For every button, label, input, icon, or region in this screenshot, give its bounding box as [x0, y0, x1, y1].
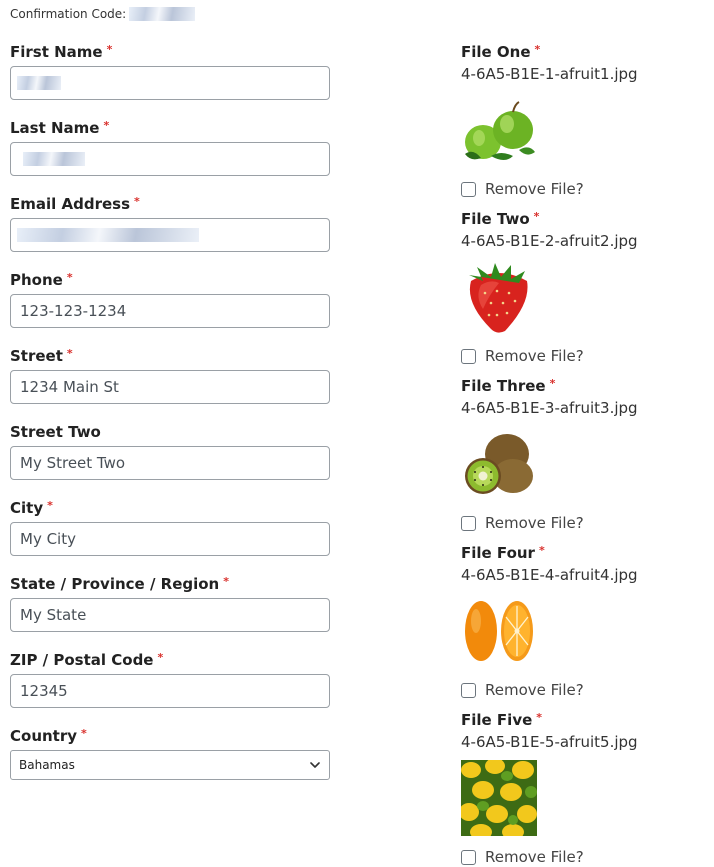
- email-input[interactable]: [10, 218, 330, 252]
- remove-file-label: Remove File?: [485, 514, 584, 532]
- file-two-label: File Two: [461, 210, 530, 228]
- required-marker: *: [47, 499, 53, 512]
- first-name-field: First Name *: [10, 42, 330, 100]
- lemons-limes-image: [459, 758, 537, 840]
- country-label: Country: [10, 727, 78, 745]
- street-two-input[interactable]: My Street Two: [10, 446, 330, 480]
- first-name-input[interactable]: [10, 66, 330, 100]
- file-one-remove: Remove File?: [461, 179, 701, 199]
- remove-file-checkbox[interactable]: [461, 348, 476, 364]
- phone-field: Phone * 123-123-1234: [10, 270, 330, 328]
- first-name-label: First Name: [10, 43, 103, 61]
- file-two-remove: Remove File?: [461, 346, 701, 366]
- required-marker: *: [66, 271, 73, 284]
- required-marker: *: [106, 43, 113, 56]
- street-input[interactable]: 1234 Main St: [10, 370, 330, 404]
- required-marker: *: [533, 210, 540, 223]
- phone-label: Phone: [10, 271, 63, 289]
- email-label: Email Address: [10, 195, 131, 213]
- last-name-field: Last Name *: [10, 118, 330, 176]
- state-label: State / Province / Region: [10, 575, 220, 593]
- file-four: File Four * 4-6A5-B1E-4-afruit4.jpg Remov…: [461, 543, 701, 700]
- orange-image: [465, 601, 533, 661]
- file-two-filename: 4-6A5-B1E-2-afruit2.jpg: [461, 232, 638, 250]
- street-field: Street * 1234 Main St: [10, 346, 330, 404]
- required-marker: *: [81, 727, 87, 740]
- file-five-remove: Remove File?: [461, 847, 701, 867]
- required-marker: *: [534, 43, 541, 56]
- file-five-filename: 4-6A5-B1E-5-afruit5.jpg: [461, 733, 638, 751]
- country-selected-value: Bahamas: [19, 758, 75, 772]
- city-input[interactable]: My City: [10, 522, 330, 556]
- street-label: Street: [10, 347, 63, 365]
- state-field: State / Province / Region * My State: [10, 574, 330, 632]
- strawberry-image: [469, 263, 528, 333]
- required-marker: *: [549, 377, 556, 390]
- required-marker: *: [538, 544, 545, 557]
- file-three-filename: 4-6A5-B1E-3-afruit3.jpg: [461, 399, 638, 417]
- file-three-label: File Three: [461, 377, 546, 395]
- redacted-value: [23, 152, 85, 166]
- chevron-down-icon: [310, 762, 320, 768]
- required-marker: *: [66, 347, 73, 360]
- remove-file-checkbox[interactable]: [461, 849, 476, 865]
- phone-input[interactable]: 123-123-1234: [10, 294, 330, 328]
- state-input[interactable]: My State: [10, 598, 330, 632]
- remove-file-label: Remove File?: [485, 848, 584, 866]
- zip-input[interactable]: 12345: [10, 674, 330, 708]
- remove-file-label: Remove File?: [485, 347, 584, 365]
- file-one-filename: 4-6A5-B1E-1-afruit1.jpg: [461, 65, 638, 83]
- country-select[interactable]: Bahamas: [10, 750, 330, 780]
- required-marker: *: [103, 119, 110, 132]
- green-apples-image: [465, 101, 535, 160]
- street-two-label: Street Two: [10, 423, 101, 441]
- redacted-value: [17, 76, 61, 90]
- file-five-label: File Five: [461, 711, 533, 729]
- confirmation-code-label: Confirmation Code:: [10, 7, 127, 21]
- redacted-confirmation-code: [129, 7, 196, 21]
- file-five: File Five * 4-6A5-B1E-5-afruit5.jpg Remov…: [459, 710, 701, 867]
- last-name-input[interactable]: [10, 142, 330, 176]
- file-two: File Two * 4-6A5-B1E-2-afruit2.jpg Remove…: [461, 209, 701, 366]
- file-one-label: File One: [461, 43, 531, 61]
- zip-field: ZIP / Postal Code * 12345: [10, 650, 330, 708]
- zip-label: ZIP / Postal Code: [10, 651, 154, 669]
- kiwi-image: [465, 434, 533, 494]
- remove-file-checkbox[interactable]: [461, 515, 476, 531]
- file-three: File Three * 4-6A5-B1E-3-afruit3.jpg Remo…: [461, 376, 701, 533]
- required-marker: *: [134, 195, 140, 208]
- required-marker: *: [536, 711, 543, 724]
- last-name-label: Last Name: [10, 119, 100, 137]
- remove-file-checkbox[interactable]: [461, 181, 476, 197]
- email-field: Email Address *: [10, 194, 330, 252]
- file-four-filename: 4-6A5-B1E-4-afruit4.jpg: [461, 566, 638, 584]
- file-four-remove: Remove File?: [461, 680, 701, 700]
- confirmation-code: Confirmation Code:: [10, 4, 196, 24]
- city-field: City * My City: [10, 498, 330, 556]
- file-four-label: File Four: [461, 544, 535, 562]
- street-two-field: Street Two My Street Two: [10, 422, 330, 480]
- file-one: File One * 4-6A5-B1E-1-afruit1.jpg Remove…: [461, 42, 701, 199]
- city-label: City: [10, 499, 44, 517]
- redacted-value: [17, 228, 199, 242]
- remove-file-label: Remove File?: [485, 681, 584, 699]
- file-three-remove: Remove File?: [461, 513, 701, 533]
- remove-file-checkbox[interactable]: [461, 682, 476, 698]
- remove-file-label: Remove File?: [485, 180, 584, 198]
- required-marker: *: [157, 651, 164, 664]
- required-marker: *: [223, 575, 229, 588]
- country-field: Country * Bahamas: [10, 726, 330, 780]
